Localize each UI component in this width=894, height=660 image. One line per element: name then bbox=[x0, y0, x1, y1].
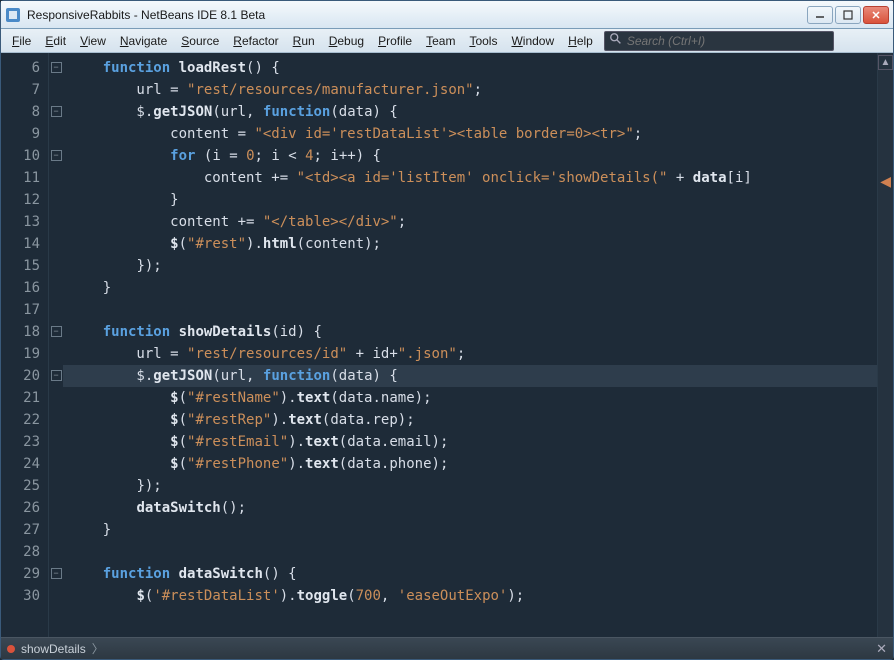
breakpoint-marker-icon[interactable]: ◀ bbox=[880, 173, 891, 190]
close-button[interactable] bbox=[863, 6, 889, 24]
code-line[interactable]: url = "rest/resources/manufacturer.json"… bbox=[63, 79, 877, 101]
code-line[interactable]: } bbox=[63, 519, 877, 541]
code-line[interactable]: $("#rest").html(content); bbox=[63, 233, 877, 255]
code-line[interactable]: $('#restDataList').toggle(700, 'easeOutE… bbox=[63, 585, 877, 607]
fold-toggle-icon[interactable]: − bbox=[51, 62, 62, 73]
menu-run[interactable]: Run bbox=[286, 31, 322, 51]
menu-file[interactable]: File bbox=[5, 31, 38, 51]
menu-help[interactable]: Help bbox=[561, 31, 600, 51]
scroll-up-icon[interactable]: ▲ bbox=[878, 55, 893, 70]
code-line[interactable]: url = "rest/resources/id" + id+".json"; bbox=[63, 343, 877, 365]
code-line[interactable]: $.getJSON(url, function(data) { bbox=[63, 365, 877, 387]
code-line[interactable]: function showDetails(id) { bbox=[63, 321, 877, 343]
editor[interactable]: 6789101112131415161718192021222324252627… bbox=[1, 53, 893, 637]
fold-toggle-icon[interactable]: − bbox=[51, 370, 62, 381]
code-line[interactable] bbox=[63, 299, 877, 321]
code-line[interactable]: function loadRest() { bbox=[63, 57, 877, 79]
chevron-right-icon[interactable]: 〉 bbox=[92, 640, 104, 657]
maximize-button[interactable] bbox=[835, 6, 861, 24]
code-area[interactable]: function loadRest() { url = "rest/resour… bbox=[63, 53, 877, 637]
statusbar-close-icon[interactable]: ✕ bbox=[876, 641, 887, 657]
menu-view[interactable]: View bbox=[73, 31, 113, 51]
menu-refactor[interactable]: Refactor bbox=[226, 31, 285, 51]
code-line[interactable]: content += "</table></div>"; bbox=[63, 211, 877, 233]
line-number-gutter: 6789101112131415161718192021222324252627… bbox=[1, 53, 49, 637]
fold-toggle-icon[interactable]: − bbox=[51, 106, 62, 117]
fold-toggle-icon[interactable]: − bbox=[51, 568, 62, 579]
code-line[interactable]: content += "<td><a id='listItem' onclick… bbox=[63, 167, 877, 189]
menubar: FileEditViewNavigateSourceRefactorRunDeb… bbox=[1, 29, 893, 53]
menu-window[interactable]: Window bbox=[504, 31, 561, 51]
code-line[interactable]: content = "<div id='restDataList'><table… bbox=[63, 123, 877, 145]
code-line[interactable]: $("#restEmail").text(data.email); bbox=[63, 431, 877, 453]
code-line[interactable]: } bbox=[63, 277, 877, 299]
statusbar: showDetails 〉 ✕ bbox=[1, 637, 893, 659]
code-line[interactable]: }); bbox=[63, 475, 877, 497]
titlebar: ResponsiveRabbits - NetBeans IDE 8.1 Bet… bbox=[1, 1, 893, 29]
code-line[interactable]: $.getJSON(url, function(data) { bbox=[63, 101, 877, 123]
minimize-button[interactable] bbox=[807, 6, 833, 24]
search-icon bbox=[609, 32, 623, 49]
code-line[interactable]: for (i = 0; i < 4; i++) { bbox=[63, 145, 877, 167]
code-line[interactable]: }); bbox=[63, 255, 877, 277]
code-line[interactable]: function dataSwitch() { bbox=[63, 563, 877, 585]
menu-tools[interactable]: Tools bbox=[462, 31, 504, 51]
navigation-context[interactable]: showDetails bbox=[21, 642, 86, 656]
menu-team[interactable]: Team bbox=[419, 31, 462, 51]
code-line[interactable]: $("#restRep").text(data.rep); bbox=[63, 409, 877, 431]
menu-edit[interactable]: Edit bbox=[38, 31, 73, 51]
code-line[interactable]: $("#restPhone").text(data.phone); bbox=[63, 453, 877, 475]
code-line[interactable]: } bbox=[63, 189, 877, 211]
code-line[interactable] bbox=[63, 541, 877, 563]
menu-profile[interactable]: Profile bbox=[371, 31, 419, 51]
quick-search[interactable] bbox=[604, 31, 834, 51]
window-title: ResponsiveRabbits - NetBeans IDE 8.1 Bet… bbox=[27, 8, 807, 22]
error-stripe: ▲ ◀ bbox=[877, 53, 893, 637]
menu-source[interactable]: Source bbox=[174, 31, 226, 51]
search-input[interactable] bbox=[627, 34, 829, 48]
status-dot-icon bbox=[7, 645, 15, 653]
code-line[interactable]: $("#restName").text(data.name); bbox=[63, 387, 877, 409]
app-icon bbox=[5, 7, 21, 23]
fold-column: − − − − − − bbox=[49, 53, 63, 637]
fold-toggle-icon[interactable]: − bbox=[51, 326, 62, 337]
menu-debug[interactable]: Debug bbox=[322, 31, 371, 51]
menu-navigate[interactable]: Navigate bbox=[113, 31, 174, 51]
code-line[interactable]: dataSwitch(); bbox=[63, 497, 877, 519]
fold-toggle-icon[interactable]: − bbox=[51, 150, 62, 161]
